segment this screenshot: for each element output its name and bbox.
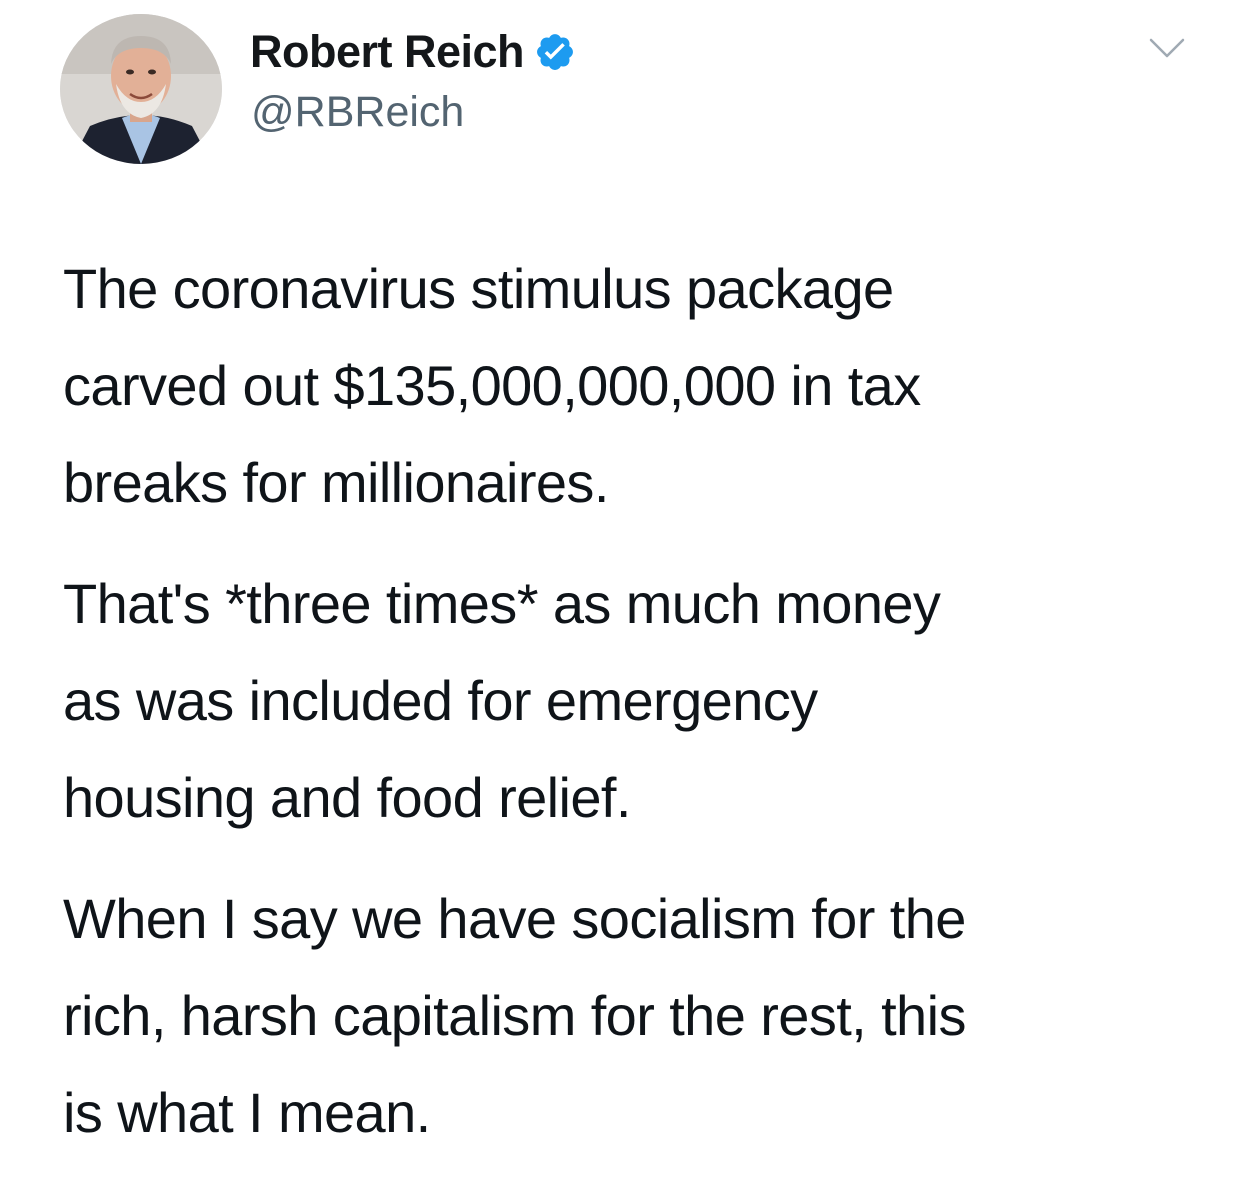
chevron-down-icon[interactable]: [1148, 34, 1186, 62]
tweet-paragraph: The coronavirus stimulus package carved …: [63, 257, 921, 514]
author-name-row: Robert Reich: [250, 26, 576, 78]
tweet-paragraph: That's *three times* as much money as wa…: [63, 572, 941, 829]
tweet-body: The coronavirus stimulus package carved …: [63, 240, 1203, 1185]
profile-photo: [60, 14, 222, 164]
author-handle[interactable]: @RBReich: [251, 88, 464, 137]
verified-badge-icon: [534, 31, 576, 73]
tweet-card: Robert Reich @RBReich The coronavirus st…: [0, 0, 1242, 1195]
author-display-name[interactable]: Robert Reich: [250, 26, 525, 78]
tweet-paragraph: When I say we have socialism for the ric…: [63, 887, 966, 1144]
avatar[interactable]: [60, 14, 222, 164]
